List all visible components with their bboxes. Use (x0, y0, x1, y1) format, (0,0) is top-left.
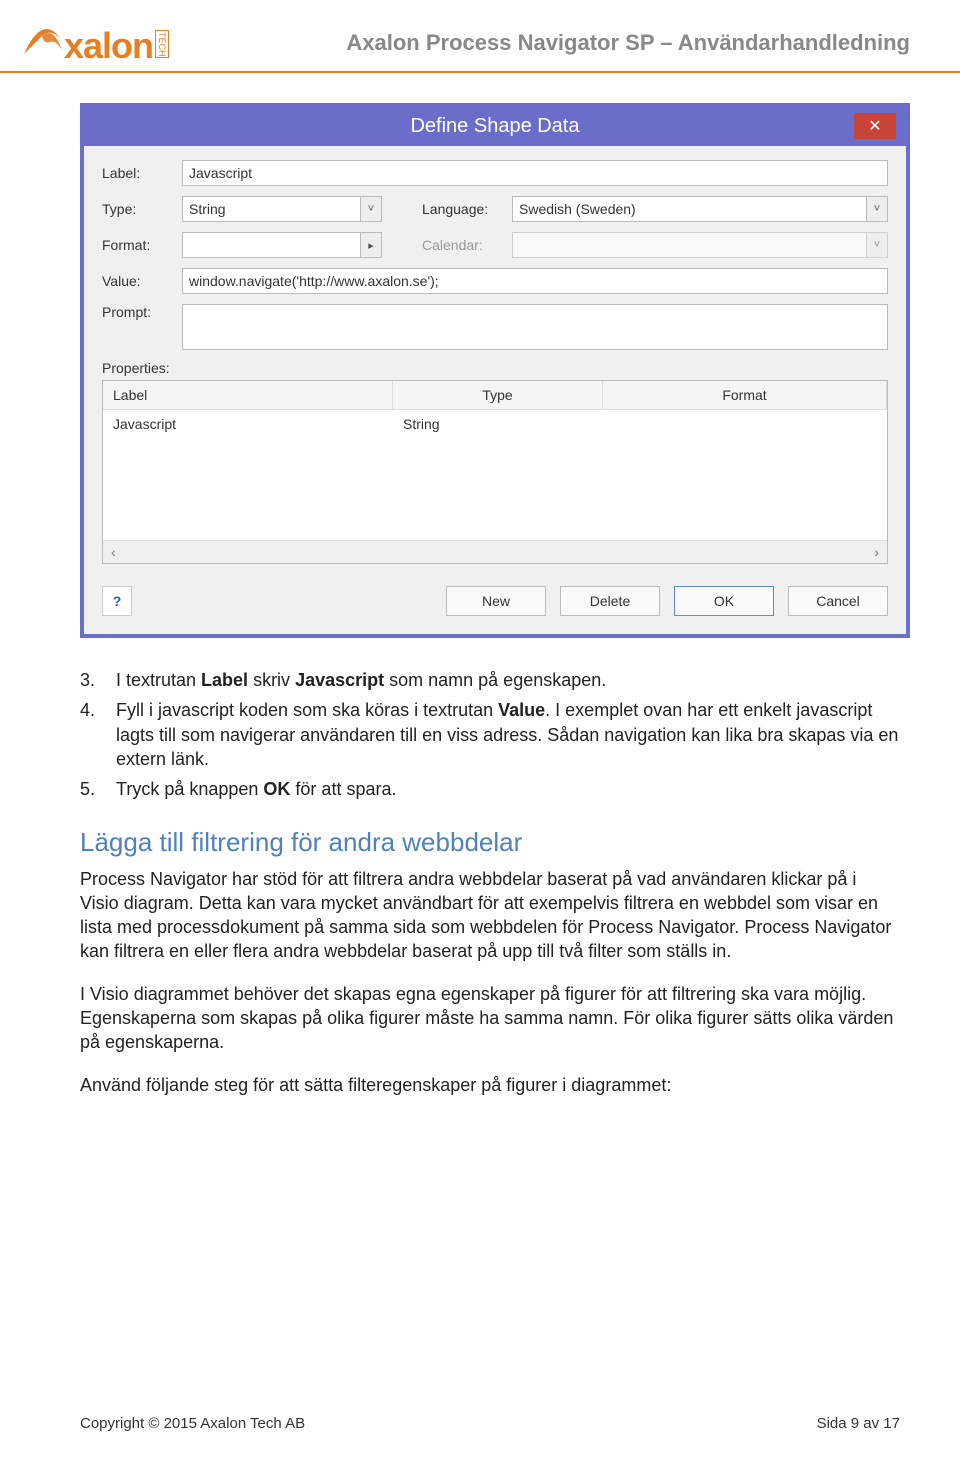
grid-header-type[interactable]: Type (393, 381, 603, 409)
properties-grid: Label Type Format Javascript String ‹ › (102, 380, 888, 564)
close-icon: ✕ (868, 116, 881, 136)
page-number: Sida 9 av 17 (817, 1415, 900, 1432)
horizontal-scrollbar[interactable]: ‹ › (103, 540, 887, 563)
question-mark-icon: ? (113, 593, 122, 609)
dialog-title-bar: Define Shape Data ✕ (84, 107, 906, 146)
label-properties: Properties: (102, 360, 888, 376)
label-label: Label: (102, 165, 182, 181)
format-combo[interactable]: ▸ (182, 232, 382, 258)
chevron-down-icon: ˅ (866, 232, 888, 258)
help-icon[interactable]: ? (102, 586, 132, 616)
scroll-left-icon[interactable]: ‹ (111, 544, 116, 560)
label-calendar: Calendar: (422, 237, 512, 253)
play-right-icon[interactable]: ▸ (360, 232, 382, 258)
label-value: Value: (102, 273, 182, 289)
list-item: 4. Fyll i javascript koden som ska köras… (80, 698, 900, 771)
table-row[interactable]: Javascript String (103, 410, 887, 438)
chevron-down-icon[interactable]: ˅ (360, 196, 382, 222)
new-button[interactable]: New (446, 586, 546, 616)
label-type: Type: (102, 201, 182, 217)
delete-button[interactable]: Delete (560, 586, 660, 616)
calendar-combo: ˅ (512, 232, 888, 258)
logo-tech-badge: TECH (155, 30, 169, 59)
header-title: Axalon Process Navigator SP – Användarha… (346, 30, 910, 56)
dialog-title-text: Define Shape Data (410, 115, 579, 137)
logo: xalon TECH (20, 18, 169, 67)
prompt-textarea[interactable] (182, 304, 888, 350)
cell-format (603, 410, 887, 438)
format-value (182, 232, 360, 258)
copyright-text: Copyright © 2015 Axalon Tech AB (80, 1415, 305, 1432)
grid-body: Javascript String (103, 410, 887, 540)
cell-label: Javascript (103, 410, 393, 438)
label-language: Language: (422, 201, 512, 217)
page-footer: Copyright © 2015 Axalon Tech AB Sida 9 a… (80, 1415, 900, 1432)
chevron-down-icon[interactable]: ˅ (866, 196, 888, 222)
logo-swoosh-icon (20, 18, 64, 58)
ok-button[interactable]: OK (674, 586, 774, 616)
page-header: xalon TECH Axalon Process Navigator SP –… (0, 0, 960, 73)
paragraph: Använd följande steg för att sätta filte… (80, 1073, 900, 1097)
scroll-right-icon[interactable]: › (874, 544, 879, 560)
cancel-button[interactable]: Cancel (788, 586, 888, 616)
list-number: 5. (80, 777, 116, 801)
grid-header-format[interactable]: Format (603, 381, 887, 409)
grid-header: Label Type Format (103, 381, 887, 410)
list-item: 5. Tryck på knappen OK för att spara. (80, 777, 900, 801)
list-number: 3. (80, 668, 116, 692)
define-shape-data-dialog: Define Shape Data ✕ Label: Javascript Ty… (80, 103, 910, 638)
label-format: Format: (102, 237, 182, 253)
logo-text: xalon (64, 25, 153, 67)
grid-header-label[interactable]: Label (103, 381, 393, 409)
label-prompt: Prompt: (102, 304, 182, 320)
close-button[interactable]: ✕ (854, 113, 896, 139)
type-value: String (182, 196, 360, 222)
dialog-body: Label: Javascript Type: String ˅ Languag… (84, 146, 906, 634)
language-combo[interactable]: Swedish (Sweden) ˅ (512, 196, 888, 222)
section-title: Lägga till filtrering för andra webbdela… (80, 825, 900, 860)
value-input[interactable]: window.navigate('http://www.axalon.se'); (182, 268, 888, 294)
type-combo[interactable]: String ˅ (182, 196, 382, 222)
paragraph: I Visio diagrammet behöver det skapas eg… (80, 982, 900, 1055)
list-number: 4. (80, 698, 116, 771)
list-item: 3. I textrutan Label skriv Javascript so… (80, 668, 900, 692)
cell-type: String (393, 410, 603, 438)
paragraph: Process Navigator har stöd för att filtr… (80, 867, 900, 964)
dialog-button-row: ? New Delete OK Cancel (102, 586, 888, 616)
document-content: 3. I textrutan Label skriv Javascript so… (0, 668, 960, 1097)
label-input[interactable]: Javascript (182, 160, 888, 186)
language-value: Swedish (Sweden) (512, 196, 866, 222)
calendar-value (512, 232, 866, 258)
